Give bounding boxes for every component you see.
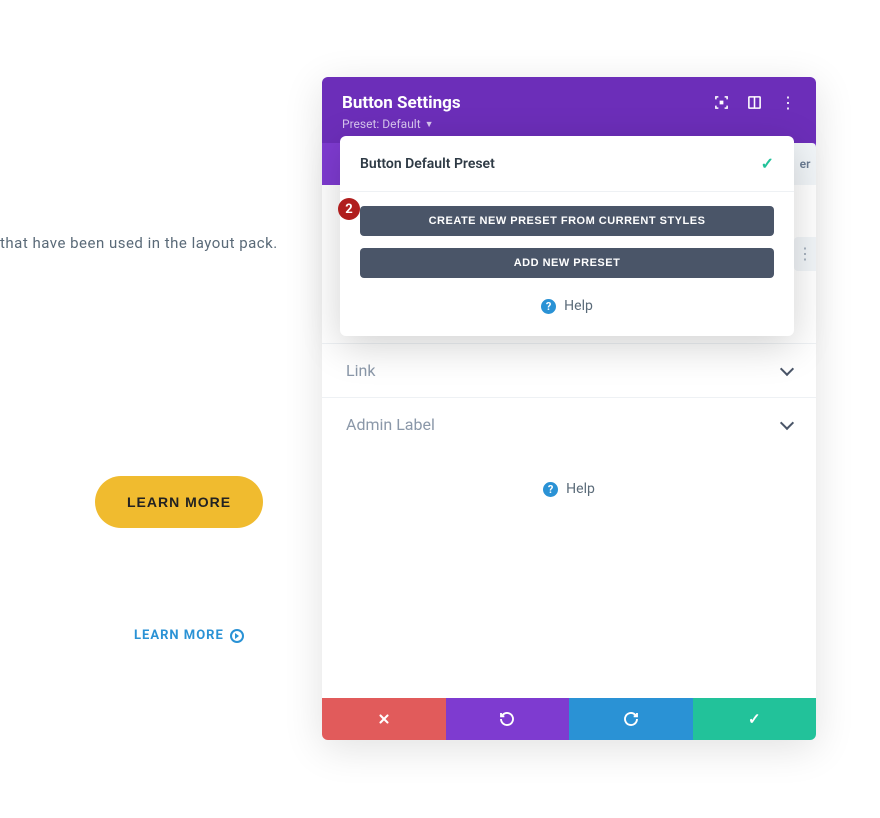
preset-option-default[interactable]: Button Default Preset ✓ (340, 136, 794, 192)
help-link-body[interactable]: ? Help (322, 481, 816, 497)
tab-peek[interactable]: er (794, 143, 816, 185)
modal-title: Button Settings (342, 93, 461, 113)
close-icon (377, 712, 391, 726)
caret-down-icon: ▼ (425, 119, 434, 130)
preset-dropdown-panel: Button Default Preset ✓ 2 CREATE NEW PRE… (340, 136, 794, 336)
accordion-link[interactable]: Link (322, 343, 816, 397)
help-link-dropdown[interactable]: ? Help (340, 298, 794, 314)
redo-icon (623, 711, 639, 727)
preset-dropdown-toggle[interactable]: Preset: Default ▼ (342, 117, 461, 131)
modal-footer (322, 698, 816, 740)
accordion-admin-label[interactable]: Admin Label (322, 397, 816, 451)
check-icon (748, 710, 761, 728)
preset-label-text: Preset: Default (342, 117, 421, 131)
accordion-admin-label-text: Admin Label (346, 415, 435, 434)
accordion-link-label: Link (346, 361, 375, 380)
chevron-down-icon (780, 415, 794, 429)
step-badge: 2 (338, 198, 360, 220)
check-icon: ✓ (761, 154, 774, 173)
arrow-circle-icon (230, 629, 244, 643)
chevron-down-icon (780, 361, 794, 375)
modal-header: Button Settings Preset: Default ▼ (322, 77, 816, 143)
learn-more-link[interactable]: LEARN MORE (134, 628, 244, 643)
create-preset-from-styles-button[interactable]: CREATE NEW PRESET FROM CURRENT STYLES (360, 206, 774, 236)
learn-more-link-label: LEARN MORE (134, 628, 224, 643)
help-label: Help (566, 481, 595, 497)
undo-button[interactable] (446, 698, 570, 740)
background-text: that have been used in the layout pack. (0, 234, 278, 252)
columns-icon[interactable] (747, 95, 762, 110)
learn-more-button[interactable]: LEARN MORE (95, 476, 263, 528)
dots-icon (797, 252, 813, 256)
redo-button[interactable] (569, 698, 693, 740)
undo-icon (499, 711, 515, 727)
help-label: Help (564, 298, 593, 314)
focus-icon[interactable] (714, 95, 729, 110)
cancel-button[interactable] (322, 698, 446, 740)
add-new-preset-button[interactable]: ADD NEW PRESET (360, 248, 774, 278)
help-icon: ? (541, 299, 556, 314)
more-icon[interactable] (780, 101, 796, 105)
row-options-button[interactable] (794, 237, 816, 271)
preset-option-label: Button Default Preset (360, 156, 495, 172)
help-icon: ? (543, 482, 558, 497)
save-button[interactable] (693, 698, 817, 740)
